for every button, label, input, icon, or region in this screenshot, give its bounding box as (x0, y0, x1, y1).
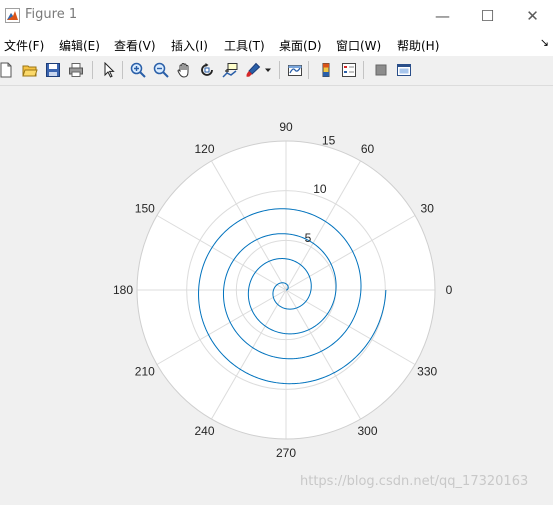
theta-tick-label: 240 (194, 424, 214, 438)
toolbar-separator (363, 61, 364, 79)
theta-tick-label: 0 (446, 283, 453, 297)
open-file-icon[interactable] (20, 60, 40, 80)
watermark: https://blog.csdn.net/qq_17320163 (300, 474, 529, 489)
colorbar-icon[interactable] (316, 60, 336, 80)
title-bar: Figure 1 — ☐ ✕ (0, 0, 553, 31)
pan-hand-icon[interactable] (174, 60, 194, 80)
r-tick-label: 5 (305, 231, 312, 245)
data-cursor-icon[interactable] (220, 60, 240, 80)
menu-help[interactable]: 帮助(H) (397, 37, 439, 54)
menu-insert[interactable]: 插入(I) (171, 37, 208, 54)
chevron-down-icon[interactable] (262, 60, 274, 80)
show-plot-tools-icon[interactable] (394, 60, 414, 80)
theta-tick-label: 60 (361, 142, 375, 156)
toolbar (0, 56, 553, 86)
theta-tick-label: 300 (357, 424, 377, 438)
theta-tick-label: 180 (113, 283, 133, 297)
toolbar-separator (279, 61, 280, 79)
maximize-button[interactable]: ☐ (465, 0, 510, 31)
r-tick-label: 15 (322, 133, 336, 147)
zoom-out-icon[interactable] (151, 60, 171, 80)
new-figure-icon[interactable] (0, 60, 16, 80)
figure-canvas: 0 30 60 90 120 150 180 210 240 270 300 330 5 10 15 (0, 86, 553, 501)
theta-tick-label: 120 (194, 142, 214, 156)
menu-edit[interactable]: 编辑(E) (59, 37, 100, 54)
hide-plot-tools-icon[interactable] (371, 60, 391, 80)
theta-tick-label: 150 (135, 202, 155, 216)
toolbar-separator (308, 61, 309, 79)
toolbar-separator (92, 61, 93, 79)
r-tick-label: 10 (313, 182, 327, 196)
toolbar-separator (122, 61, 123, 79)
theta-tick-label: 90 (279, 120, 293, 134)
menu-window[interactable]: 窗口(W) (336, 37, 381, 54)
theta-tick-label: 30 (421, 202, 435, 216)
matlab-logo-icon (5, 8, 20, 23)
polar-axes: 0 30 60 90 120 150 180 210 240 270 300 330 5 10 15 (113, 120, 453, 460)
select-pointer-icon[interactable] (99, 60, 119, 80)
close-button[interactable]: ✕ (510, 0, 553, 31)
save-icon[interactable] (43, 60, 63, 80)
theta-tick-label: 210 (135, 365, 155, 379)
maximize-icon: ☐ (480, 6, 495, 25)
menu-view[interactable]: 查看(V) (114, 37, 156, 54)
theta-tick-label: 330 (417, 365, 437, 379)
window-title: Figure 1 (25, 7, 78, 22)
print-icon[interactable] (66, 60, 86, 80)
rotate-3d-icon[interactable] (197, 60, 217, 80)
menu-tools[interactable]: 工具(T) (224, 37, 265, 54)
link-plot-icon[interactable] (285, 60, 305, 80)
close-icon: ✕ (526, 6, 539, 25)
minimize-button[interactable]: — (420, 0, 465, 31)
minimize-icon: — (435, 6, 450, 25)
zoom-in-icon[interactable] (128, 60, 148, 80)
legend-icon[interactable] (339, 60, 359, 80)
menu-overflow-icon[interactable]: ↘ (540, 36, 549, 49)
menu-desktop[interactable]: 桌面(D) (279, 37, 322, 54)
menu-bar: 文件(F) 编辑(E) 查看(V) 插入(I) 工具(T) 桌面(D) 窗口(W… (0, 31, 553, 56)
brush-icon[interactable] (243, 60, 263, 80)
menu-file[interactable]: 文件(F) (4, 37, 44, 54)
theta-tick-label: 270 (276, 446, 296, 460)
